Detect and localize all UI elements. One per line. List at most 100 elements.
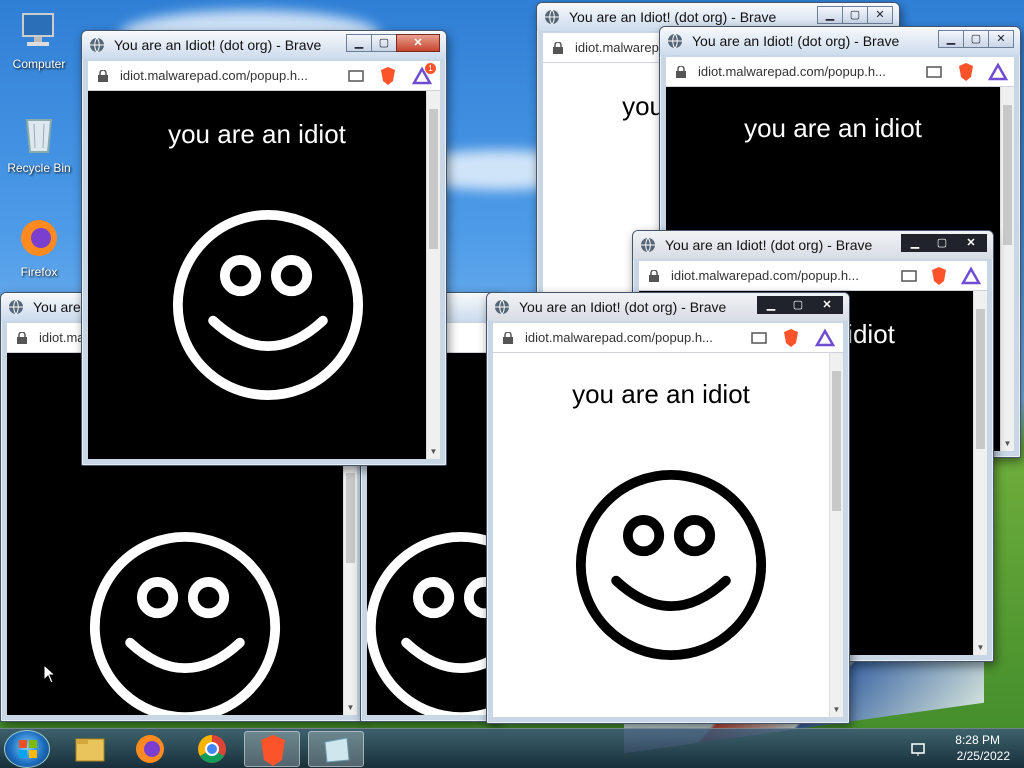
desktop-icon-firefox[interactable]: Firefox	[4, 216, 74, 279]
minimize-button[interactable]: ▁	[346, 34, 372, 52]
smiley-face-image	[575, 469, 767, 661]
globe-icon	[495, 299, 509, 315]
window-manage-icon[interactable]	[749, 328, 769, 348]
scrollbar[interactable]: ▼	[973, 291, 987, 655]
scrollbar[interactable]: ▼	[1000, 87, 1014, 451]
clock-time[interactable]: 8:28 PM	[955, 733, 1000, 747]
globe-icon	[668, 33, 682, 49]
lock-icon	[649, 270, 659, 282]
brave-shields-icon[interactable]	[781, 328, 801, 348]
close-button[interactable]: ✕	[396, 34, 440, 52]
title-bar[interactable]: You are an Idiot! (dot org) - Brave ▁ ▢ …	[660, 27, 1020, 55]
close-button[interactable]: ✕	[811, 296, 843, 314]
desktop-icon-label: Recycle Bin	[7, 161, 71, 175]
recycle-bin-icon	[25, 119, 53, 153]
brave-rewards-icon[interactable]	[988, 62, 1008, 82]
page-heading: you are an idiot	[168, 119, 346, 149]
desktop-icon-recycle-bin[interactable]: Recycle Bin	[4, 112, 74, 175]
address-bar[interactable]: idiot.malwarepad.com/popup.h...	[666, 57, 1014, 87]
start-button[interactable]	[4, 730, 50, 768]
clock-date[interactable]: 2/25/2022	[957, 749, 1010, 763]
maximize-button[interactable]: ▢	[928, 234, 956, 252]
popup-window[interactable]: You are an Idiot! (dot org) - Brave ▁ ▢ …	[81, 30, 447, 466]
rewards-badge: 1	[425, 63, 436, 74]
address-bar[interactable]: idiot.malwarepad.com/popup.h...	[639, 261, 987, 291]
title-bar[interactable]: You are an Idiot! (dot org) - Brave ▁ ▢ …	[633, 231, 993, 259]
title-bar[interactable]: You are an Idiot! (dot org) - Brave ▁ ▢ …	[487, 293, 849, 321]
url-text: idiot.malwarepad.com/popup.h...	[671, 268, 859, 283]
taskbar: 8:28 PM 2/25/2022	[0, 728, 1024, 768]
firefox-icon	[21, 220, 57, 256]
lock-icon	[553, 42, 563, 54]
page-content: you are an idiot ▼	[88, 91, 440, 459]
system-tray: 8:28 PM 2/25/2022	[904, 729, 1024, 768]
url-text: idiot.malwarepad.com/popup.h...	[525, 330, 713, 345]
smiley-face-image	[89, 531, 281, 715]
window-title: You are an Idiot! (dot org) - Brave	[569, 9, 777, 25]
close-button[interactable]: ✕	[955, 234, 987, 252]
minimize-button[interactable]: ▁	[938, 30, 964, 48]
taskbar-firefox[interactable]	[122, 731, 178, 767]
taskbar-file-explorer[interactable]	[62, 731, 118, 767]
brave-shields-icon[interactable]	[929, 266, 949, 286]
scroll-down-arrow[interactable]: ▼	[974, 641, 987, 655]
taskbar-active-window[interactable]	[308, 731, 364, 767]
brave-shields-icon[interactable]	[378, 66, 398, 86]
brave-shields-icon[interactable]	[956, 62, 976, 82]
scrollbar-thumb[interactable]	[832, 371, 841, 511]
scrollbar-thumb[interactable]	[346, 473, 355, 563]
desktop-icon-label: Firefox	[20, 265, 58, 279]
window-title: You are an Idiot! (dot org) - Brave	[665, 237, 873, 253]
globe-icon	[641, 237, 655, 253]
globe-icon	[545, 9, 559, 25]
window-manage-icon[interactable]	[346, 66, 366, 86]
window-manage-icon[interactable]	[899, 266, 919, 286]
taskbar-brave[interactable]	[244, 731, 300, 767]
scrollbar-thumb[interactable]	[976, 309, 985, 449]
desktop-icon-computer[interactable]: Computer	[4, 8, 74, 71]
minimize-button[interactable]: ▁	[757, 296, 785, 314]
close-button[interactable]: ✕	[988, 30, 1014, 48]
brave-rewards-icon[interactable]	[815, 328, 835, 348]
maximize-button[interactable]: ▢	[784, 296, 812, 314]
url-text: idiot.malwarepad.com/popup.h...	[698, 64, 886, 79]
maximize-button[interactable]: ▢	[842, 6, 868, 24]
scrollbar[interactable]: ▼	[426, 91, 440, 459]
smiley-face-image	[367, 531, 493, 715]
close-button[interactable]: ✕	[867, 6, 893, 24]
computer-icon	[22, 13, 54, 46]
minimize-button[interactable]: ▁	[901, 234, 929, 252]
lock-icon	[503, 332, 513, 344]
address-bar[interactable]: idiot.malwarepad.com/popup.h...	[493, 323, 843, 353]
scroll-down-arrow[interactable]: ▼	[344, 701, 357, 715]
popup-window[interactable]: You are an Idiot! (dot org) - Brave ▁ ▢ …	[486, 292, 850, 724]
minimize-button[interactable]: ▁	[817, 6, 843, 24]
window-title: You are an Idiot! (dot org) - Brave	[519, 299, 727, 315]
address-bar[interactable]: idiot.malwarepad.com/popup.h... 1	[88, 61, 440, 91]
file-explorer-icon	[75, 738, 105, 762]
brave-rewards-icon[interactable]	[961, 266, 981, 286]
mouse-cursor-icon	[43, 664, 57, 684]
maximize-button[interactable]: ▢	[371, 34, 397, 52]
firefox-icon	[136, 735, 164, 763]
scroll-down-arrow[interactable]: ▼	[830, 703, 843, 717]
desktop-icon-label: Computer	[12, 57, 66, 71]
scroll-down-arrow[interactable]: ▼	[427, 445, 440, 459]
page-heading: you are an idiot	[744, 113, 922, 143]
maximize-button[interactable]: ▢	[963, 30, 989, 48]
window-manage-icon[interactable]	[924, 62, 944, 82]
title-bar[interactable]: You are an Idiot! (dot org) - Brave ▁ ▢ …	[82, 31, 446, 59]
window-title: You are an Idiot! (dot org) - Brave	[114, 37, 322, 53]
scrollbar-thumb[interactable]	[1003, 105, 1012, 245]
scroll-down-arrow[interactable]: ▼	[1001, 437, 1014, 451]
brave-icon	[261, 735, 285, 766]
taskbar-chrome[interactable]	[184, 731, 240, 767]
lock-icon	[98, 70, 108, 82]
scrollbar-thumb[interactable]	[429, 109, 438, 249]
page-content: you are an idiot ▼	[493, 353, 843, 717]
lock-icon	[17, 332, 27, 344]
scrollbar[interactable]: ▼	[829, 353, 843, 717]
lock-icon	[676, 66, 686, 78]
smiley-face-image	[172, 209, 364, 401]
network-icon[interactable]	[910, 740, 928, 758]
